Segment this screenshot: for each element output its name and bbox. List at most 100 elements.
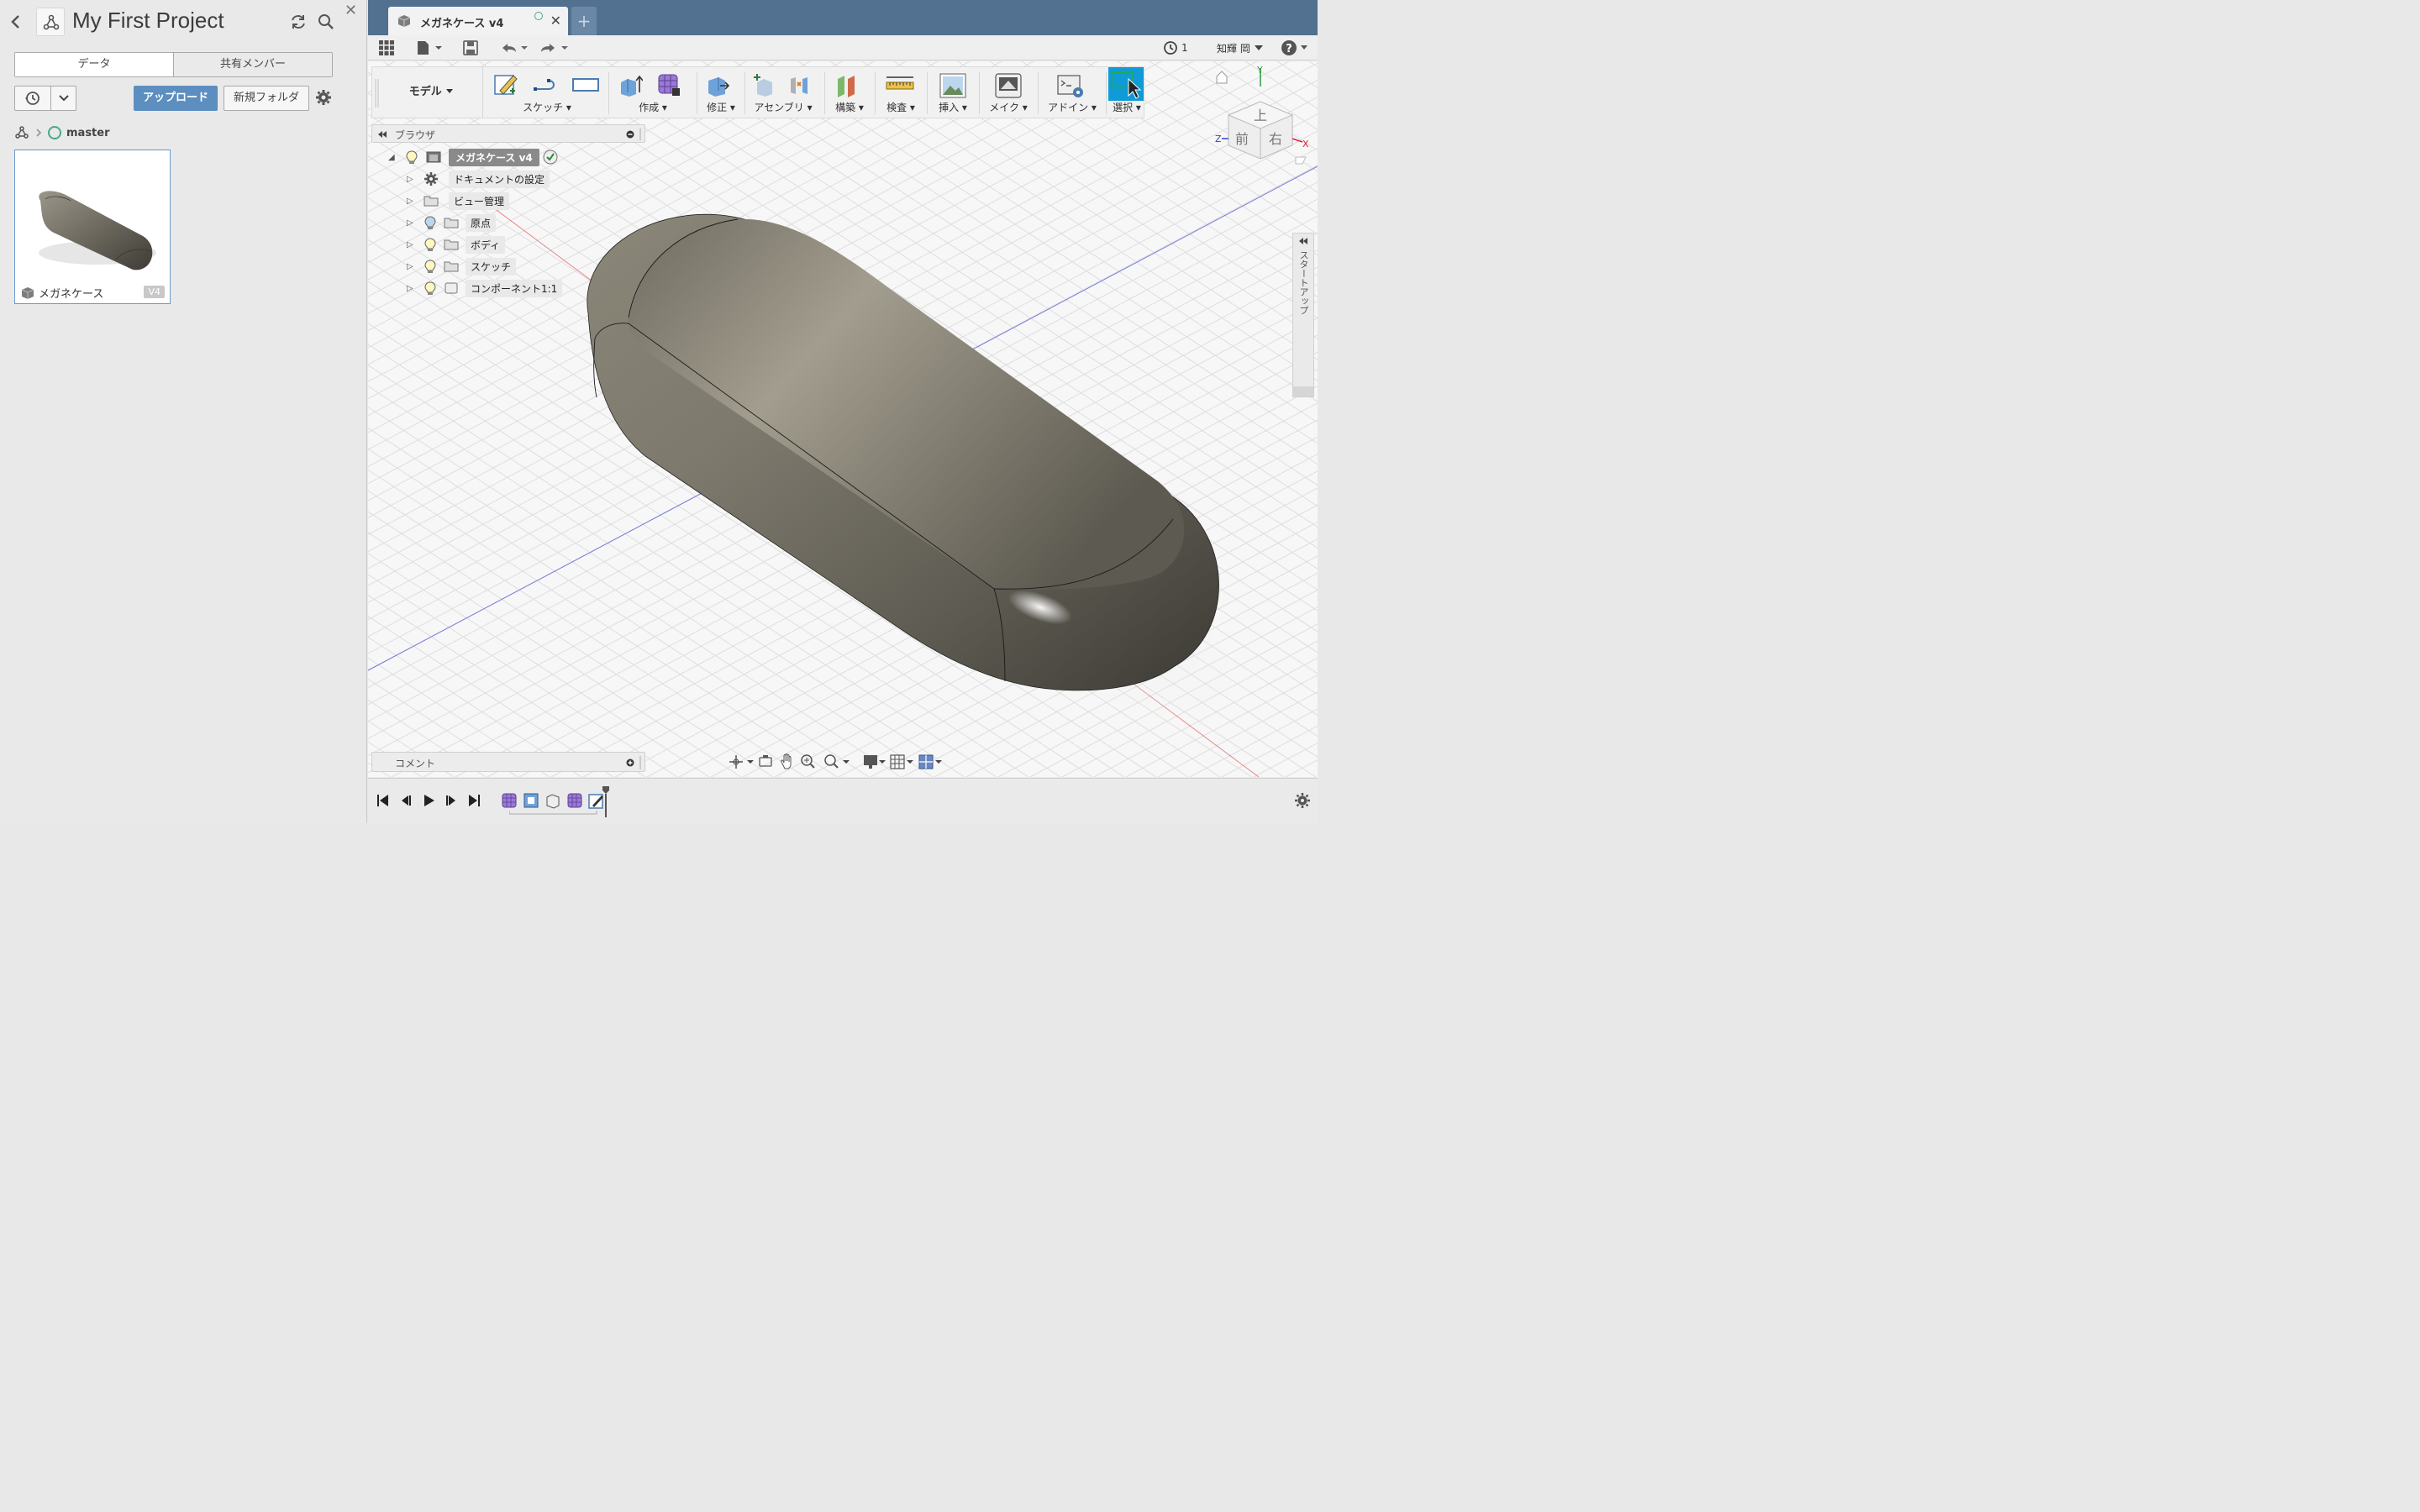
- glasses-case-model[interactable]: [587, 213, 1219, 691]
- panel-resize-handle[interactable]: [1293, 386, 1313, 396]
- comments-panel[interactable]: コメント: [371, 752, 645, 772]
- lightbulb-icon[interactable]: [424, 259, 437, 274]
- pan-icon[interactable]: [781, 753, 792, 769]
- panel-grip-icon[interactable]: [639, 129, 643, 140]
- upload-button[interactable]: アップロード: [134, 86, 218, 111]
- close-panel-icon[interactable]: ✕: [345, 2, 357, 19]
- lightbulb-icon[interactable]: [424, 215, 437, 230]
- display-settings-icon[interactable]: [864, 755, 886, 769]
- lightbulb-icon[interactable]: [405, 150, 418, 165]
- insert-image-icon[interactable]: [939, 72, 967, 99]
- redo-icon[interactable]: [538, 39, 571, 56]
- expand-icon[interactable]: ◢: [388, 153, 397, 162]
- home-icon[interactable]: [1216, 71, 1228, 84]
- version-dropdown-button[interactable]: [51, 86, 76, 111]
- browser-item-origin[interactable]: ▷ 原点: [407, 213, 497, 232]
- hub-icon[interactable]: [14, 125, 29, 140]
- document-tab[interactable]: メガネケース v4 ✕: [388, 7, 568, 35]
- viewports-icon[interactable]: [918, 754, 942, 769]
- measure-icon[interactable]: [885, 72, 915, 97]
- step-back-icon[interactable]: [397, 792, 414, 809]
- ribbon-group-addins[interactable]: アドイン ▾: [1041, 67, 1103, 118]
- startup-panel-collapsed[interactable]: スタートアップ: [1292, 233, 1314, 397]
- job-status[interactable]: 1: [1163, 39, 1188, 56]
- select-tool-button[interactable]: [1108, 67, 1144, 101]
- canvas-viewport[interactable]: モデル スケッチ ▾ 作成 ▾ 修正 ▾ アセンブリ ▾ 構築 ▾ 検査 ▾ 挿…: [368, 61, 1318, 777]
- go-to-end-icon[interactable]: [466, 792, 482, 809]
- tab-members[interactable]: 共有メンバー: [174, 53, 332, 76]
- fit-zoom-icon[interactable]: [824, 754, 850, 769]
- expand-icon[interactable]: ▷: [407, 197, 415, 206]
- ribbon-group-modify[interactable]: 修正 ▾: [700, 67, 742, 118]
- browser-item-named-views[interactable]: ▷ ビュー管理: [407, 192, 510, 210]
- form-feature-icon[interactable]: [501, 792, 518, 809]
- rectangle-icon[interactable]: [571, 72, 601, 97]
- close-tab-icon[interactable]: ✕: [550, 13, 561, 29]
- browser-item-component[interactable]: ▷ コンポーネント1:1: [407, 279, 563, 297]
- search-icon[interactable]: [317, 13, 335, 31]
- go-to-beginning-icon[interactable]: [375, 792, 392, 809]
- ribbon-group-inspect[interactable]: 検査 ▾: [878, 67, 923, 118]
- ribbon-group-make[interactable]: メイク ▾: [982, 67, 1034, 118]
- file-card[interactable]: メガネケース V4: [14, 150, 171, 304]
- form-feature-icon[interactable]: [566, 792, 583, 809]
- expand-icon[interactable]: ▷: [407, 175, 415, 184]
- ribbon-group-create[interactable]: 作成 ▾: [613, 67, 693, 118]
- zoom-icon[interactable]: [801, 754, 815, 769]
- timeline-marker[interactable]: [602, 785, 610, 817]
- orbit-icon[interactable]: [729, 755, 754, 769]
- undo-icon[interactable]: [499, 39, 531, 56]
- line-icon[interactable]: [532, 72, 557, 97]
- viewcube[interactable]: Y 上 前 右 X Z: [1208, 65, 1318, 171]
- gear-icon[interactable]: [314, 88, 333, 108]
- browser-root-node[interactable]: ◢ メガネケース v4: [388, 148, 558, 166]
- tab-data[interactable]: データ: [15, 53, 174, 76]
- branch-label[interactable]: master: [66, 127, 110, 139]
- browser-item-document-settings[interactable]: ▷ ドキュメントの設定: [407, 170, 550, 188]
- lightbulb-icon[interactable]: [424, 281, 437, 296]
- fillet-feature-icon[interactable]: [544, 792, 561, 809]
- ribbon-group-insert[interactable]: 挿入 ▾: [930, 67, 976, 118]
- expand-panel-icon[interactable]: [1298, 237, 1308, 245]
- viewcube-menu-icon[interactable]: [1295, 156, 1307, 165]
- look-at-icon[interactable]: [759, 755, 772, 767]
- browser-header[interactable]: ブラウザ: [371, 124, 645, 143]
- new-tab-button[interactable]: +: [571, 7, 597, 35]
- grid-settings-icon[interactable]: [890, 754, 913, 769]
- refresh-icon[interactable]: [289, 13, 308, 31]
- ribbon-group-sketch[interactable]: スケッチ ▾: [490, 67, 604, 118]
- help-icon[interactable]: ?: [1281, 39, 1311, 56]
- ribbon-group-select[interactable]: 選択 ▾: [1108, 67, 1145, 118]
- add-comment-icon[interactable]: [626, 759, 634, 767]
- scripts-addins-icon[interactable]: [1056, 72, 1085, 99]
- save-icon[interactable]: [462, 39, 479, 56]
- expand-icon[interactable]: ▷: [407, 218, 415, 228]
- collapse-panel-icon[interactable]: [377, 130, 387, 139]
- ribbon-group-assemble[interactable]: アセンブリ ▾: [747, 67, 819, 118]
- ribbon-group-construct[interactable]: 構築 ▾: [828, 67, 871, 118]
- browser-item-sketches[interactable]: ▷ スケッチ: [407, 257, 517, 276]
- timeline-settings-icon[interactable]: [1294, 792, 1311, 811]
- expand-icon[interactable]: ▷: [407, 240, 415, 249]
- expand-icon[interactable]: ▷: [407, 262, 415, 271]
- panel-grip-icon[interactable]: [639, 756, 643, 769]
- minimize-icon[interactable]: [626, 130, 634, 139]
- data-panel-grid-icon[interactable]: [378, 39, 395, 56]
- 3d-print-icon[interactable]: [994, 72, 1023, 99]
- extrude-icon[interactable]: [618, 72, 643, 97]
- lightbulb-icon[interactable]: [424, 237, 437, 252]
- offset-plane-icon[interactable]: [834, 72, 860, 97]
- step-forward-icon[interactable]: [443, 792, 460, 809]
- new-component-icon[interactable]: [752, 72, 777, 97]
- edit-form-feature-icon[interactable]: [523, 792, 539, 809]
- workspace-switcher[interactable]: モデル: [381, 67, 483, 118]
- browser-item-bodies[interactable]: ▷ ボディ: [407, 235, 506, 254]
- file-menu-icon[interactable]: [415, 39, 445, 56]
- back-button[interactable]: [10, 12, 27, 32]
- expand-icon[interactable]: ▷: [407, 284, 415, 293]
- press-pull-icon[interactable]: [705, 72, 730, 97]
- form-icon[interactable]: [656, 72, 681, 97]
- create-sketch-icon[interactable]: [493, 72, 518, 97]
- new-folder-button[interactable]: 新規フォルダ: [224, 86, 309, 111]
- joint-icon[interactable]: [787, 72, 813, 97]
